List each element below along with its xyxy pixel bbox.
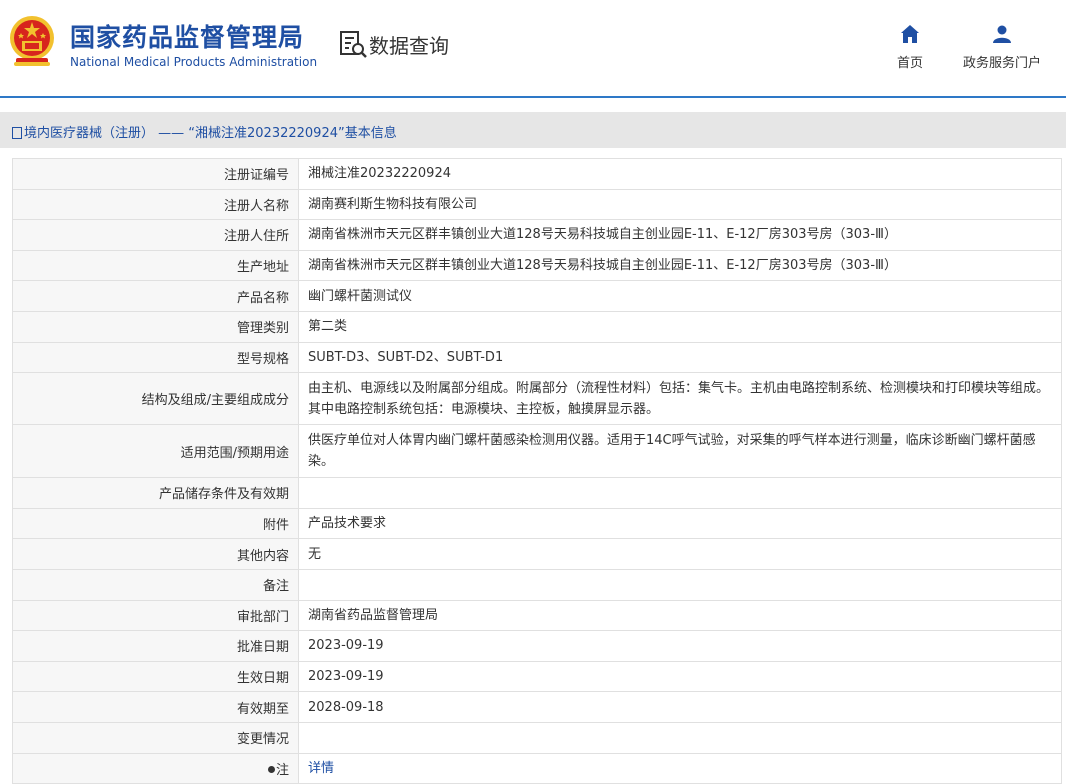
table-row: 批准日期 2023-09-19 xyxy=(12,630,1062,662)
row-value: 湖南省药品监督管理局 xyxy=(298,599,1062,632)
note-bullet-icon xyxy=(267,765,275,773)
row-value: 产品技术要求 xyxy=(298,507,1062,540)
table-row: 管理类别 第二类 xyxy=(12,310,1062,343)
row-label: 生产地址 xyxy=(12,249,299,282)
breadcrumb: 境内医疗器械（注册） —— “湘械注准20232220924”基本信息 xyxy=(12,122,397,141)
row-value: 详情 xyxy=(298,752,1062,784)
row-label: 备注 xyxy=(12,568,299,601)
document-icon xyxy=(12,127,22,139)
row-label: 批准日期 xyxy=(12,630,299,662)
home-icon xyxy=(901,25,919,43)
registration-detail-table: 注册证编号 湘械注准20232220924 注册人名称 湖南赛利斯生物科技有限公司 … xyxy=(12,158,1062,784)
row-value: 湖南省株洲市天元区群丰镇创业大道128号天易科技城自主创业园E-11、E-12厂… xyxy=(298,249,1062,282)
breadcrumb-text: 境内医疗器械（注册） —— “湘械注准20232220924”基本信息 xyxy=(24,126,397,141)
table-row: 产品名称 幽门螺杆菌测试仪 xyxy=(12,280,1062,312)
table-row: 型号规格 SUBT-D3、SUBT-D2、SUBT-D1 xyxy=(12,341,1062,374)
table-row: 注册人住所 湖南省株洲市天元区群丰镇创业大道128号天易科技城自主创业园E-11、… xyxy=(12,219,1062,251)
row-label: 注册人住所 xyxy=(12,219,299,251)
row-label: 附件 xyxy=(12,507,299,540)
table-row: 注册证编号 湘械注准20232220924 xyxy=(12,158,1062,190)
row-label: 管理类别 xyxy=(12,310,299,343)
table-row: 产品储存条件及有效期 xyxy=(12,477,1062,509)
row-value: 由主机、电源线以及附属部分组成。附属部分（流程性材料）包括：集气卡。主机由电路控… xyxy=(298,372,1062,426)
national-emblem-icon xyxy=(10,16,54,66)
row-label: 结构及组成/主要组成成分 xyxy=(12,372,299,426)
data-query-icon xyxy=(340,31,367,58)
row-value xyxy=(298,568,1062,601)
row-value xyxy=(298,477,1062,509)
site-header: 国家药品监督管理局 National Medical Products Admi… xyxy=(0,0,1066,96)
breadcrumb-bar: 境内医疗器械（注册） —— “湘械注准20232220924”基本信息 xyxy=(0,112,1066,148)
table-row: 注册人名称 湖南赛利斯生物科技有限公司 xyxy=(12,188,1062,221)
row-label: 变更情况 xyxy=(12,721,299,754)
table-row: 注 详情 xyxy=(12,752,1062,784)
row-label: 其他内容 xyxy=(12,538,299,570)
row-label: 注册人名称 xyxy=(12,188,299,221)
nav-home[interactable]: 首页 xyxy=(892,24,928,71)
table-row: 生产地址 湖南省株洲市天元区群丰镇创业大道128号天易科技城自主创业园E-11、E… xyxy=(12,249,1062,282)
row-value: 2028-09-18 xyxy=(298,691,1062,723)
table-row: 有效期至 2028-09-18 xyxy=(12,691,1062,723)
nav-portal-label: 政务服务门户 xyxy=(962,56,1041,71)
row-label: 产品储存条件及有效期 xyxy=(12,477,299,509)
row-value: 湖南赛利斯生物科技有限公司 xyxy=(298,188,1062,221)
row-label: 注册证编号 xyxy=(12,158,299,190)
note-label: 注 xyxy=(275,762,289,778)
table-row: 其他内容无 xyxy=(12,538,1062,570)
row-value: 无 xyxy=(298,538,1062,570)
row-label: 适用范围/预期用途 xyxy=(12,424,299,479)
table-row: 结构及组成/主要组成成分 由主机、电源线以及附属部分组成。附属部分（流程性材料）包… xyxy=(12,372,1062,426)
table-row: 变更情况 xyxy=(12,721,1062,754)
row-value: 湘械注准20232220924 xyxy=(298,158,1062,190)
row-label: 审批部门 xyxy=(12,599,299,632)
header-divider xyxy=(0,96,1066,98)
agency-name-en: National Medical Products Administration xyxy=(70,55,318,69)
user-icon xyxy=(993,25,1011,43)
row-value: 第二类 xyxy=(298,310,1062,343)
row-label: 有效期至 xyxy=(12,691,299,723)
row-label: 注 xyxy=(12,752,299,784)
row-label: 型号规格 xyxy=(12,341,299,374)
row-value xyxy=(298,721,1062,754)
row-value: SUBT-D3、SUBT-D2、SUBT-D1 xyxy=(298,341,1062,374)
row-label: 生效日期 xyxy=(12,660,299,693)
row-label: 产品名称 xyxy=(12,280,299,312)
row-value: 2023-09-19 xyxy=(298,660,1062,693)
data-query-link[interactable]: 数据查询 xyxy=(338,28,449,60)
table-row: 适用范围/预期用途 供医疗单位对人体胃内幽门螺杆菌感染检测用仪器。适用于14C呼气… xyxy=(12,424,1062,479)
data-query-label: 数据查询 xyxy=(369,33,449,58)
agency-name-cn: 国家药品监督管理局 xyxy=(70,23,305,52)
details-link[interactable]: 详情 xyxy=(308,761,334,776)
row-value: 湖南省株洲市天元区群丰镇创业大道128号天易科技城自主创业园E-11、E-12厂… xyxy=(298,219,1062,251)
row-value: 供医疗单位对人体胃内幽门螺杆菌感染检测用仪器。适用于14C呼气试验，对采集的呼气… xyxy=(298,424,1062,479)
nav-service-portal[interactable]: 政务服务门户 xyxy=(960,24,1044,71)
row-value: 2023-09-19 xyxy=(298,630,1062,662)
table-row: 附件 产品技术要求 xyxy=(12,507,1062,540)
table-row: 生效日期 2023-09-19 xyxy=(12,660,1062,693)
table-row: 备注 xyxy=(12,568,1062,601)
table-row: 审批部门 湖南省药品监督管理局 xyxy=(12,599,1062,632)
nav-home-label: 首页 xyxy=(896,56,923,71)
row-value: 幽门螺杆菌测试仪 xyxy=(298,280,1062,312)
